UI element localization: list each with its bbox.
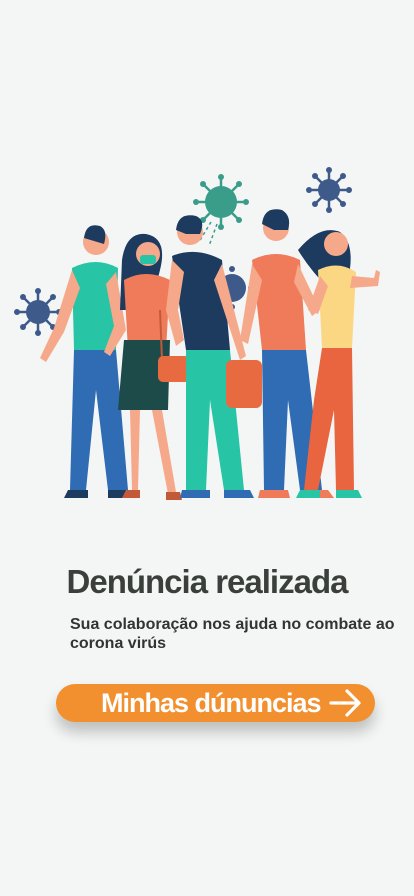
confirmation-message: Sua colaboração nos ajuda no combate ao … xyxy=(70,616,395,652)
page-title: Denúncia realizada xyxy=(66,563,349,600)
virus-icon-top-right xyxy=(306,167,352,213)
my-reports-button-label: Minhas dúnuncias xyxy=(101,688,322,718)
person-teal-shirt xyxy=(40,225,134,498)
person-yellow-shirt xyxy=(296,230,380,498)
arrow-right-icon xyxy=(329,689,361,717)
my-reports-button[interactable]: Minhas dúnuncias xyxy=(56,684,375,722)
people-virus-illustration xyxy=(14,167,380,500)
